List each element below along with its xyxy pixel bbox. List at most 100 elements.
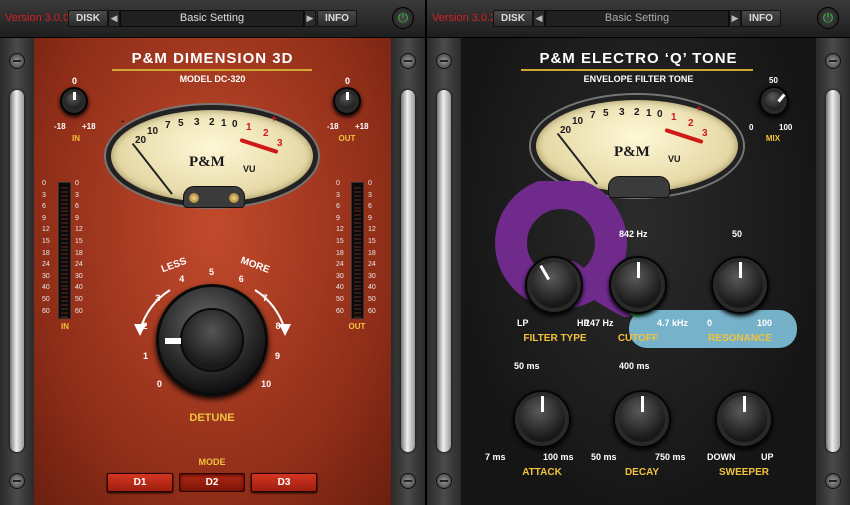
preset-prev-arrow-icon[interactable]: ◀ bbox=[108, 10, 120, 27]
vu-red-zone bbox=[239, 137, 279, 155]
vu-tick: 20 bbox=[135, 135, 147, 146]
meter-scale-label: 3 bbox=[368, 191, 372, 199]
cutoff-label: CUTOFF bbox=[617, 333, 659, 344]
meter-segment bbox=[61, 233, 68, 236]
sweeper-label: SWEEPER bbox=[718, 467, 769, 478]
meter-scale-label: 3 bbox=[42, 191, 46, 199]
disk-button[interactable]: DISK bbox=[68, 10, 108, 27]
detune-knob[interactable] bbox=[156, 284, 268, 396]
meter-segment bbox=[354, 187, 361, 189]
meter-scale-label: 0 bbox=[42, 180, 46, 187]
vu-tick: 3 bbox=[194, 117, 200, 128]
meter-scale-label: 40 bbox=[42, 284, 50, 292]
meter-scale-label: 6 bbox=[75, 203, 79, 211]
meter-scale-label: 18 bbox=[368, 249, 376, 257]
vu-tick: 1 bbox=[646, 108, 652, 119]
sweeper-down-label: DOWN bbox=[707, 452, 736, 462]
info-button[interactable]: INFO bbox=[317, 10, 357, 27]
output-level-meter bbox=[351, 182, 364, 319]
meter-segment bbox=[61, 253, 68, 256]
detune-knob-cap bbox=[180, 308, 244, 372]
meter-segment bbox=[61, 307, 68, 310]
mode-d1-button[interactable]: D1 bbox=[107, 473, 173, 492]
mode-d3-button[interactable]: D3 bbox=[251, 473, 317, 492]
decay-knob[interactable] bbox=[613, 390, 671, 448]
out-knob-label: OUT bbox=[338, 134, 356, 143]
meter-segment bbox=[354, 190, 361, 193]
mix-knob-min-label: 0 bbox=[749, 123, 754, 132]
vu-red-tick: 3 bbox=[702, 128, 708, 139]
resonance-top-label: 50 bbox=[732, 229, 743, 239]
mix-knob-max-label: 100 bbox=[779, 123, 793, 132]
meter-segment bbox=[61, 214, 68, 217]
preset-prev-arrow-icon[interactable]: ◀ bbox=[533, 10, 545, 27]
meter-scale-label: 40 bbox=[336, 284, 344, 292]
meter-scale-label: 50 bbox=[336, 296, 344, 303]
screw-icon bbox=[825, 473, 841, 489]
meter-segment bbox=[354, 229, 361, 232]
meter-segment bbox=[61, 292, 68, 295]
out-knob-top-label: 0 bbox=[345, 76, 351, 86]
meter-segment bbox=[61, 210, 68, 213]
meter-scale-label: 15 bbox=[336, 238, 344, 245]
subtitle-label: ENVELOPE FILTER TONE bbox=[583, 74, 694, 84]
meter-segment bbox=[61, 268, 68, 271]
meter-scale-label: 30 bbox=[368, 272, 376, 280]
meter-segment bbox=[354, 284, 361, 287]
meter-segment bbox=[61, 300, 68, 303]
preset-display[interactable]: Basic Setting bbox=[120, 10, 304, 27]
vu-plus: + bbox=[271, 114, 277, 125]
power-button-icon[interactable]: ⏻ bbox=[392, 7, 414, 29]
mode-d2-button[interactable]: D2 bbox=[179, 473, 245, 492]
meter-segment bbox=[354, 214, 361, 217]
resonance-min-label: 0 bbox=[707, 318, 713, 328]
plugin-title: P&M ELECTRO ‘Q’ TONE bbox=[539, 50, 738, 67]
meter-scale-label: 15 bbox=[42, 238, 50, 245]
in-gain-knob[interactable] bbox=[60, 87, 88, 115]
out-knob-min-label: -18 bbox=[327, 122, 339, 131]
meter-segment bbox=[354, 296, 361, 299]
meter-segment bbox=[354, 272, 361, 275]
meter-segment bbox=[354, 210, 361, 213]
vu-tick: 20 bbox=[560, 125, 572, 136]
out-gain-knob[interactable] bbox=[333, 87, 361, 115]
meter-segment bbox=[354, 249, 361, 252]
detune-scale-mark: 2 bbox=[142, 320, 148, 331]
attack-top-label: 50 ms bbox=[514, 361, 540, 371]
vu-tick: 2 bbox=[634, 107, 640, 118]
meter-segment bbox=[354, 257, 361, 260]
cutoff-knob[interactable] bbox=[609, 256, 667, 314]
meter-scale-label: 60 bbox=[368, 307, 376, 315]
vu-tick: 10 bbox=[572, 116, 584, 127]
disk-button[interactable]: DISK bbox=[493, 10, 533, 27]
decay-label: DECAY bbox=[624, 467, 660, 478]
preset-display[interactable]: Basic Setting bbox=[545, 10, 729, 27]
mix-knob[interactable] bbox=[759, 86, 789, 116]
vu-tick: 2 bbox=[209, 117, 215, 128]
meter-segment bbox=[61, 194, 68, 197]
meter-segment bbox=[61, 237, 68, 240]
screw-icon bbox=[9, 473, 25, 489]
meter-scale-label: 3 bbox=[75, 191, 79, 199]
meter-scale-label: 60 bbox=[336, 307, 344, 315]
rail-handle bbox=[10, 90, 24, 452]
meter-scale-label: 12 bbox=[75, 226, 83, 234]
preset-next-arrow-icon[interactable]: ▶ bbox=[304, 10, 316, 27]
info-button[interactable]: INFO bbox=[741, 10, 781, 27]
resonance-knob[interactable] bbox=[711, 256, 769, 314]
power-button-icon[interactable]: ⏻ bbox=[817, 7, 839, 29]
preset-next-arrow-icon[interactable]: ▶ bbox=[729, 10, 741, 27]
meter-segment bbox=[61, 187, 68, 189]
vu-unit-label: VU bbox=[668, 154, 681, 164]
meter-segment bbox=[354, 288, 361, 291]
meter-scale-label: 0 bbox=[336, 180, 340, 187]
attack-knob[interactable] bbox=[513, 390, 571, 448]
model-label: MODEL DC-320 bbox=[179, 74, 246, 84]
sweeper-knob[interactable] bbox=[715, 390, 773, 448]
meter-segment bbox=[354, 253, 361, 256]
meter-scale-label: 0 bbox=[75, 180, 79, 187]
left-rail bbox=[427, 38, 461, 505]
vu-unit-label: VU bbox=[243, 164, 256, 174]
filter-type-knob[interactable] bbox=[525, 256, 583, 314]
meter-scale-label: 15 bbox=[75, 238, 83, 245]
